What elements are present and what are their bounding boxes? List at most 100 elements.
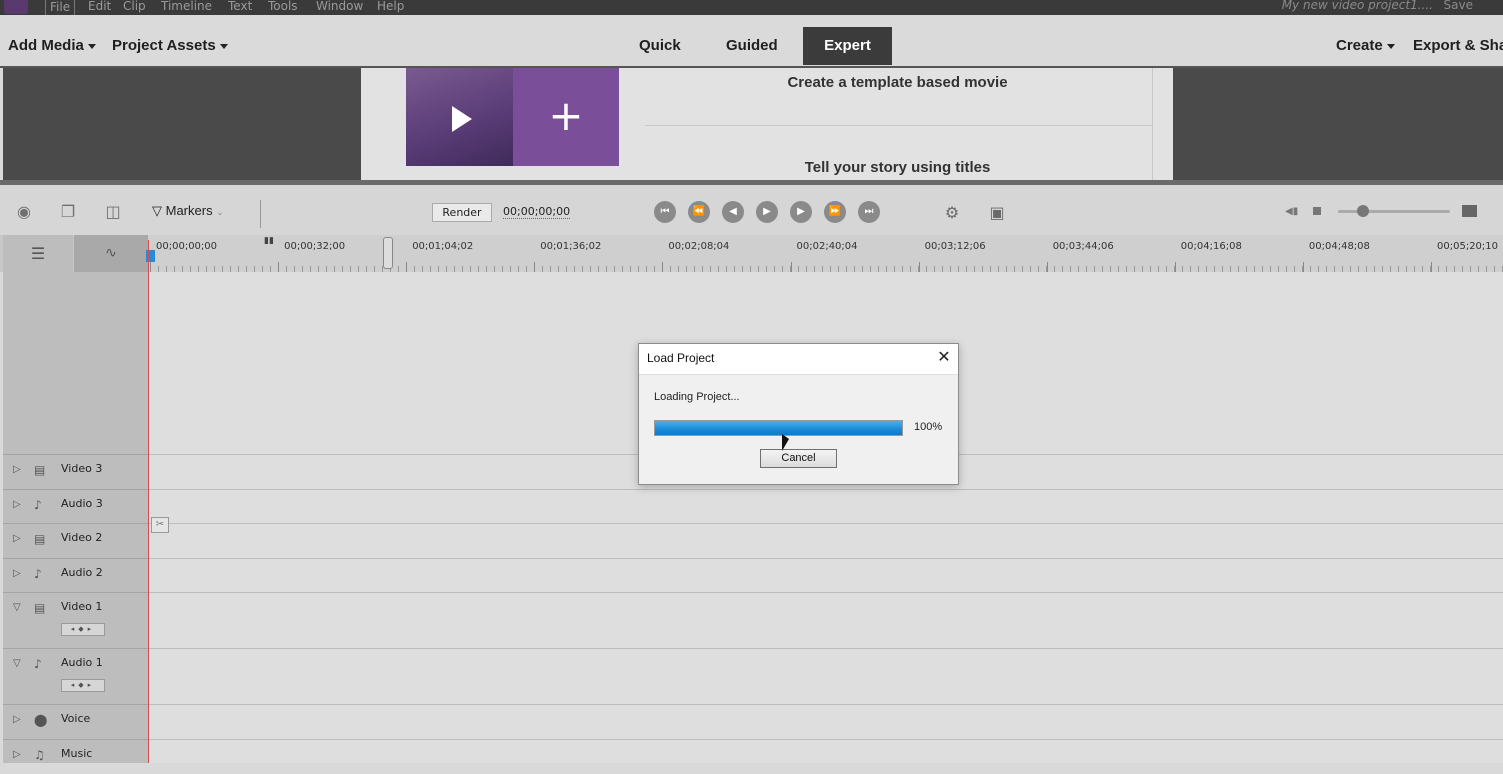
toolbar-divider [260, 200, 261, 228]
rewind-icon[interactable]: ⏪ [688, 201, 710, 223]
ruler-major-tick [1047, 262, 1048, 272]
trash-icon[interactable]: ◫ [104, 204, 122, 220]
ruler-label: 00;00;32;00 [284, 241, 345, 252]
expand-triangle-icon[interactable]: ▷ [13, 714, 21, 725]
track-header[interactable]: ▽▤Video 1◂◆▸ [3, 592, 148, 649]
timecode-display[interactable]: 00;00;00;00 [503, 205, 570, 219]
step-forward-icon[interactable]: ▶ [790, 201, 812, 223]
ruler-major-tick [919, 262, 920, 272]
add-media-button[interactable]: Add Media [8, 37, 96, 54]
keyframe-controls[interactable]: ◂◆▸ [61, 623, 105, 636]
dialog-title: Load Project [647, 351, 714, 365]
track-header[interactable]: ▽ ♪︎ Audio 1 ◂◆▸ [3, 648, 148, 705]
tab-guided[interactable]: Guided [726, 37, 778, 54]
fullscreen-icon[interactable]: ▣ [986, 203, 1008, 221]
track-header[interactable]: ▷ ♪︎ Audio 3 [3, 489, 148, 525]
story-titles-title[interactable]: Tell your story using titles [645, 159, 1150, 176]
track-header[interactable]: ▷⬤Voice [3, 704, 148, 740]
audio-waveform-icon[interactable]: ∿ [74, 235, 148, 272]
track-header[interactable]: ▷▤Video 3 [3, 454, 148, 490]
work-area-marker[interactable]: ▮▮ [264, 236, 274, 246]
expand-triangle-icon[interactable]: ▷ [13, 464, 21, 475]
project-assets-button[interactable]: Project Assets [112, 37, 228, 54]
zoom-slider-track[interactable] [1338, 210, 1450, 213]
project-title: My new video project1.... [1282, 0, 1433, 12]
camera-icon[interactable]: ◉ [15, 204, 33, 220]
expand-triangle-icon[interactable]: ▷ [13, 749, 21, 760]
ruler-label: 00;02;08;04 [668, 241, 729, 252]
play-button-icon[interactable]: ▶ [756, 201, 778, 223]
track-name: Video 1 [61, 600, 102, 613]
track-header[interactable]: ▷♪︎Audio 2 [3, 558, 148, 594]
monitor-settings-icon[interactable]: ⚙ [941, 203, 963, 221]
render-button[interactable]: Render [432, 203, 492, 222]
scissors-icon[interactable]: ✂ [151, 517, 169, 533]
track-list-icon[interactable]: ☰ [3, 235, 73, 272]
menu-file[interactable]: File [45, 0, 75, 16]
template-movie-title[interactable]: Create a template based movie [645, 74, 1150, 91]
export-share-button[interactable]: Export & Sha [1413, 37, 1503, 54]
track-row[interactable] [149, 739, 1503, 774]
track-row[interactable] [149, 489, 1503, 525]
create-button[interactable]: Create [1336, 37, 1395, 54]
zoom-slider-handle[interactable] [1357, 205, 1369, 217]
fast-forward-icon[interactable]: ⏩ [824, 201, 846, 223]
ruler-major-tick [1303, 262, 1304, 272]
add-template-button[interactable]: + [513, 68, 619, 166]
playhead-line [148, 240, 149, 763]
zoom-max-icon[interactable] [1462, 205, 1477, 217]
track-name: Voice [61, 712, 90, 725]
tab-quick[interactable]: Quick [639, 37, 681, 54]
tab-expert[interactable]: Expert [803, 27, 892, 65]
menu-help[interactable]: Help [377, 0, 404, 13]
zoom-out-icon[interactable]: ◀▮ [1285, 206, 1298, 217]
track-row[interactable] [149, 704, 1503, 740]
menu-window[interactable]: Window [316, 0, 363, 13]
menu-clip[interactable]: Clip [123, 0, 146, 13]
chevron-down-icon: ⌄ [216, 207, 224, 217]
track-header[interactable]: ▷♫Music [3, 739, 148, 774]
track-name: Audio 3 [61, 497, 103, 510]
go-to-end-icon[interactable]: ⏭ [858, 201, 880, 223]
expand-triangle-icon[interactable]: ▷ [13, 568, 21, 579]
step-back-icon[interactable]: ◀ [722, 201, 744, 223]
chevron-down-icon [1387, 44, 1395, 49]
menu-tools[interactable]: Tools [268, 0, 298, 13]
close-icon[interactable]: ✕ [935, 348, 953, 366]
menu-edit[interactable]: Edit [88, 0, 111, 13]
ruler-label: 00;00;00;00 [156, 241, 217, 252]
ruler-label: 00;04;16;08 [1181, 241, 1242, 252]
track-header[interactable]: ▷▤Video 2 [3, 523, 148, 559]
ruler-label: 00;01;36;02 [540, 241, 601, 252]
speaker-icon: ♪︎ [34, 498, 42, 512]
dialog-title-bar: Load Project ✕ [639, 344, 958, 375]
track-name: Audio 1 [61, 656, 103, 669]
ruler-label: 00;03;12;06 [925, 241, 986, 252]
timeline-toolbar [0, 185, 1503, 235]
cancel-button[interactable]: Cancel [760, 449, 837, 468]
collapse-triangle-icon[interactable]: ▽ [13, 602, 21, 613]
ruler-label: 00;02;40;04 [797, 241, 858, 252]
zoom-min-icon[interactable] [1313, 207, 1321, 215]
play-icon [452, 106, 472, 132]
keyframe-controls[interactable]: ◂◆▸ [61, 679, 105, 692]
expand-triangle-icon[interactable]: ▷ [13, 499, 21, 510]
loading-message: Loading Project... [654, 391, 740, 403]
speaker-icon: ♪︎ [34, 657, 42, 671]
go-to-start-icon[interactable]: ⏮ [654, 201, 676, 223]
film-icon: ▤ [34, 532, 45, 546]
rotate-icon[interactable]: ❐ [59, 204, 77, 220]
ruler-label: 00;01;04;02 [412, 241, 473, 252]
track-row[interactable] [149, 523, 1503, 559]
markers-dropdown[interactable]: ▽ Markers ⌄ [152, 203, 224, 219]
expand-triangle-icon[interactable]: ▷ [13, 533, 21, 544]
menu-text[interactable]: Text [228, 0, 252, 13]
track-row[interactable] [149, 592, 1503, 649]
top-toolbar: Add Media Project Assets Quick Guided Ex… [0, 15, 1503, 68]
work-area-handle[interactable] [383, 237, 393, 269]
track-row[interactable] [149, 648, 1503, 705]
menu-timeline[interactable]: Timeline [161, 0, 212, 13]
collapse-triangle-icon[interactable]: ▽ [13, 658, 21, 669]
track-row[interactable] [149, 558, 1503, 594]
save-button[interactable]: Save [1444, 0, 1473, 12]
